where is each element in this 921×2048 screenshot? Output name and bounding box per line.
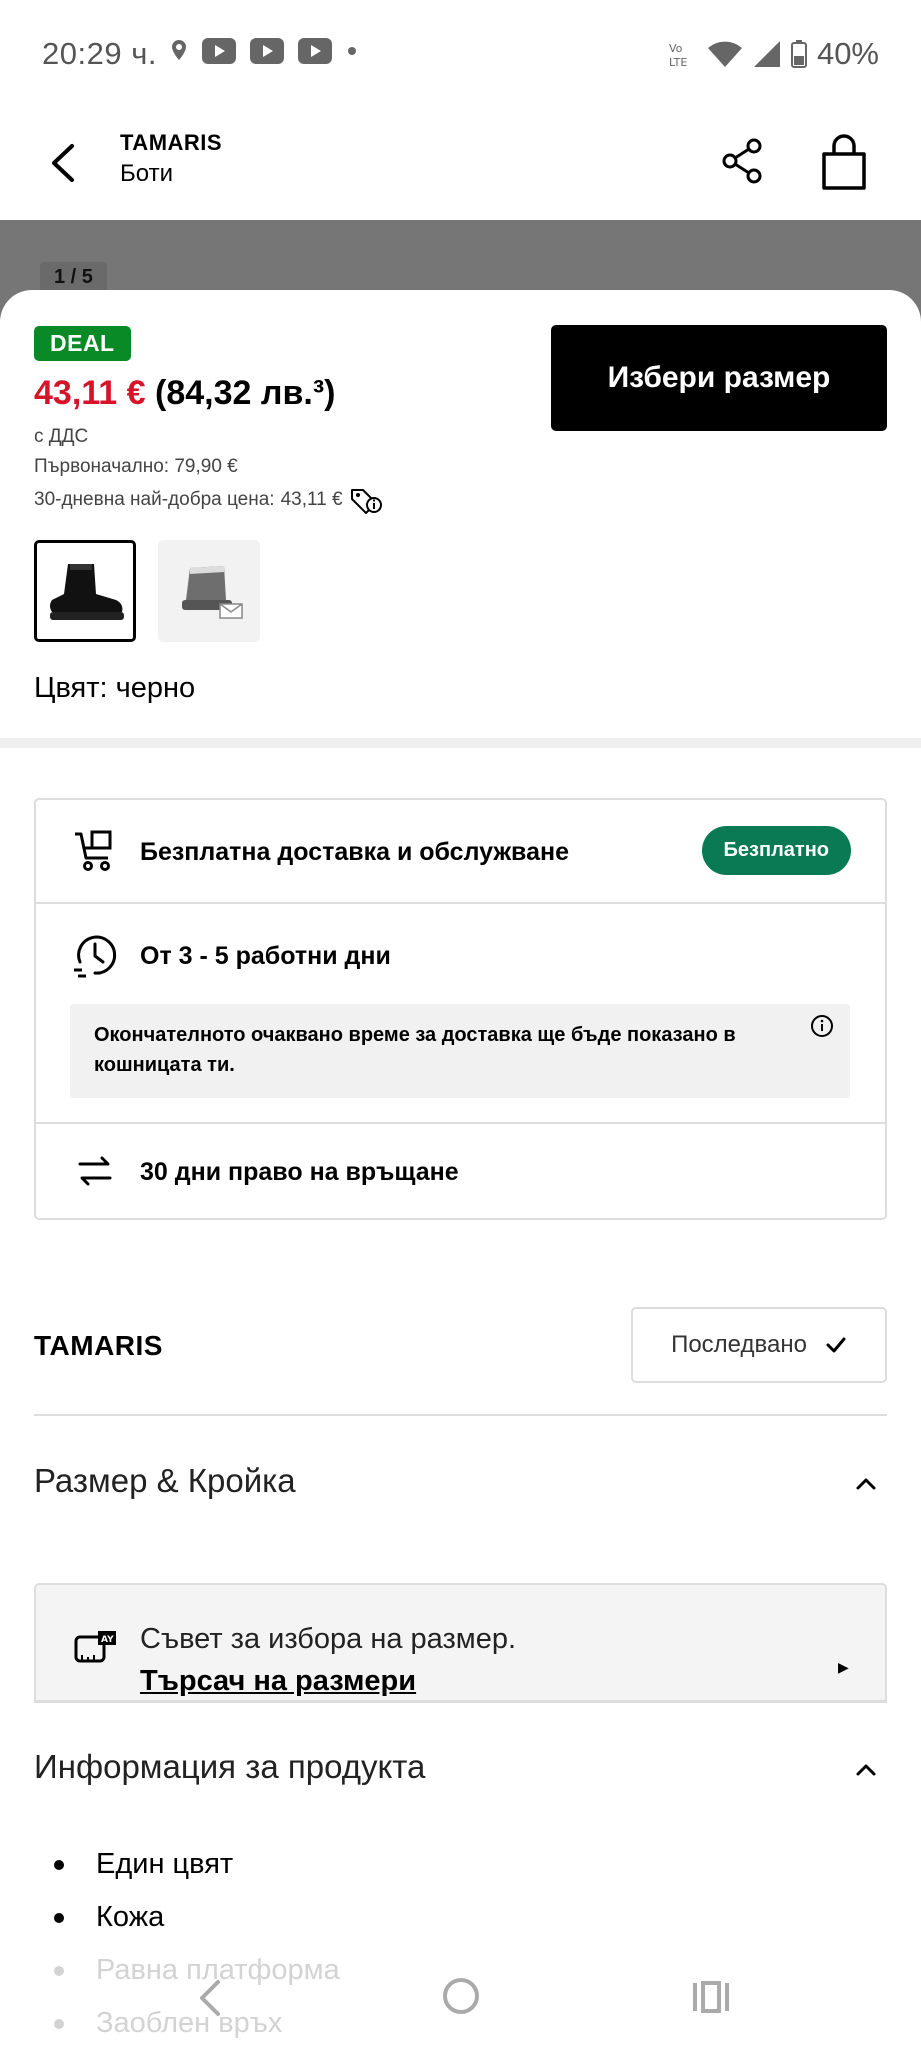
chevron-up-icon[interactable] <box>852 1760 880 1780</box>
grey-boot-image <box>182 566 243 619</box>
delivery-note-text: Окончателното очаквано време за доставка… <box>94 1024 736 1076</box>
color-thumbnail-grey[interactable] <box>158 540 260 642</box>
product-info-title[interactable]: Информация за продукта <box>34 1748 425 1786</box>
size-advice-text: Съвет за избора на размер. <box>140 1623 517 1655</box>
cart-delivery-icon <box>75 830 112 871</box>
best-price-row: 30-дневна най-добра цена: 43,11 € <box>34 486 383 514</box>
play-arrow-icon[interactable]: ▶ <box>838 1659 849 1676</box>
nav-recents-icon[interactable] <box>691 1979 731 2015</box>
battery-icon <box>790 40 807 68</box>
gallery-counter: 1 / 5 <box>40 262 107 293</box>
returns-text: 30 дни право на връщане <box>140 1158 459 1186</box>
size-fit-title[interactable]: Размер & Кройка <box>34 1462 296 1500</box>
status-time: 20:29 ч. <box>42 36 157 71</box>
deal-badge: DEAL <box>34 326 131 361</box>
divider-line <box>34 1414 887 1416</box>
youtube-icon <box>298 38 332 64</box>
status-system-icons: Vo LTE 40% <box>667 36 879 72</box>
system-nav-bar <box>0 1948 921 2048</box>
free-delivery-row: Безплатна доставка и обслужване Безплатн… <box>36 800 885 904</box>
header-category: Боти <box>120 160 173 187</box>
signal-icon <box>753 41 780 67</box>
info-icon[interactable] <box>810 1014 834 1038</box>
color-thumbnail-black[interactable] <box>34 540 136 642</box>
share-icon[interactable] <box>716 134 770 188</box>
brand-name[interactable]: TAMARIS <box>34 1330 163 1362</box>
youtube-icon <box>250 38 284 64</box>
size-finder-link[interactable]: Търсач на размери <box>140 1665 416 1698</box>
status-notification-icons <box>170 38 358 64</box>
best-price-label: 30-дневна най-добра цена: <box>34 489 275 510</box>
section-divider <box>0 738 921 748</box>
price-info-tag-icon[interactable] <box>349 486 383 514</box>
selected-color: Цвят: черно <box>34 672 196 704</box>
checkmark-icon <box>826 1337 846 1353</box>
size-finder-icon: AY <box>74 1631 116 1663</box>
original-price: Първоначално: 79,90 € <box>34 456 238 477</box>
return-arrows-icon <box>78 1156 112 1186</box>
vat-label: с ДДС <box>34 426 89 447</box>
size-card-edge <box>34 1700 887 1703</box>
follow-button[interactable]: Последвано <box>631 1307 887 1383</box>
delivery-card: Безплатна доставка и обслужване Безплатн… <box>34 798 887 1220</box>
chevron-up-icon[interactable] <box>852 1474 880 1494</box>
svg-text:LTE: LTE <box>669 56 687 69</box>
app-header: TAMARIS Боти <box>0 108 921 220</box>
price-eur: 43,11 € <box>34 374 146 412</box>
size-advice-card[interactable]: AY Съвет за избора на размер. Търсач на … <box>34 1583 887 1703</box>
choose-size-button[interactable]: Избери размер <box>551 325 887 431</box>
battery-level: 40% <box>816 36 879 71</box>
svg-text:Vo: Vo <box>669 42 683 55</box>
location-icon <box>172 40 186 60</box>
black-boot-image <box>50 564 124 620</box>
status-bar: 20:29 ч. Vo LTE 40% <box>0 0 921 108</box>
best-price-value: 43,11 € <box>280 489 343 510</box>
nav-back-icon[interactable] <box>196 1978 226 2018</box>
header-brand: TAMARIS <box>120 130 223 155</box>
youtube-icon <box>202 38 236 64</box>
free-delivery-text: Безплатна доставка и обслужване <box>140 838 570 866</box>
product-details-sheet: DEAL 43,11 € (84,32 лв.³) с ДДС Първонач… <box>0 290 921 2048</box>
price-row: 43,11 € (84,32 лв.³) <box>34 374 335 413</box>
clock-icon <box>74 935 117 978</box>
follow-label: Последвано <box>671 1331 807 1358</box>
svg-text:AY: AY <box>101 1635 114 1645</box>
shopping-bag-icon[interactable] <box>816 132 872 192</box>
list-item: Кожа <box>34 1891 834 1944</box>
more-notifications-icon <box>348 47 356 55</box>
delivery-time-row: От 3 - 5 работни дни Окончателното очакв… <box>36 904 885 1124</box>
list-item: Един цвят <box>34 1838 834 1891</box>
nav-home-icon[interactable] <box>443 1978 479 2014</box>
delivery-time-text: От 3 - 5 работни дни <box>140 942 391 970</box>
wifi-icon <box>707 41 742 67</box>
volte-icon: VoLTE <box>669 42 687 69</box>
delivery-note: Окончателното очаквано време за доставка… <box>70 1004 850 1098</box>
returns-row: 30 дни право на връщане <box>36 1124 885 1220</box>
free-badge: Безплатно <box>701 826 851 875</box>
price-bgn: (84,32 лв.³) <box>155 374 336 412</box>
back-arrow-icon[interactable] <box>40 138 90 188</box>
